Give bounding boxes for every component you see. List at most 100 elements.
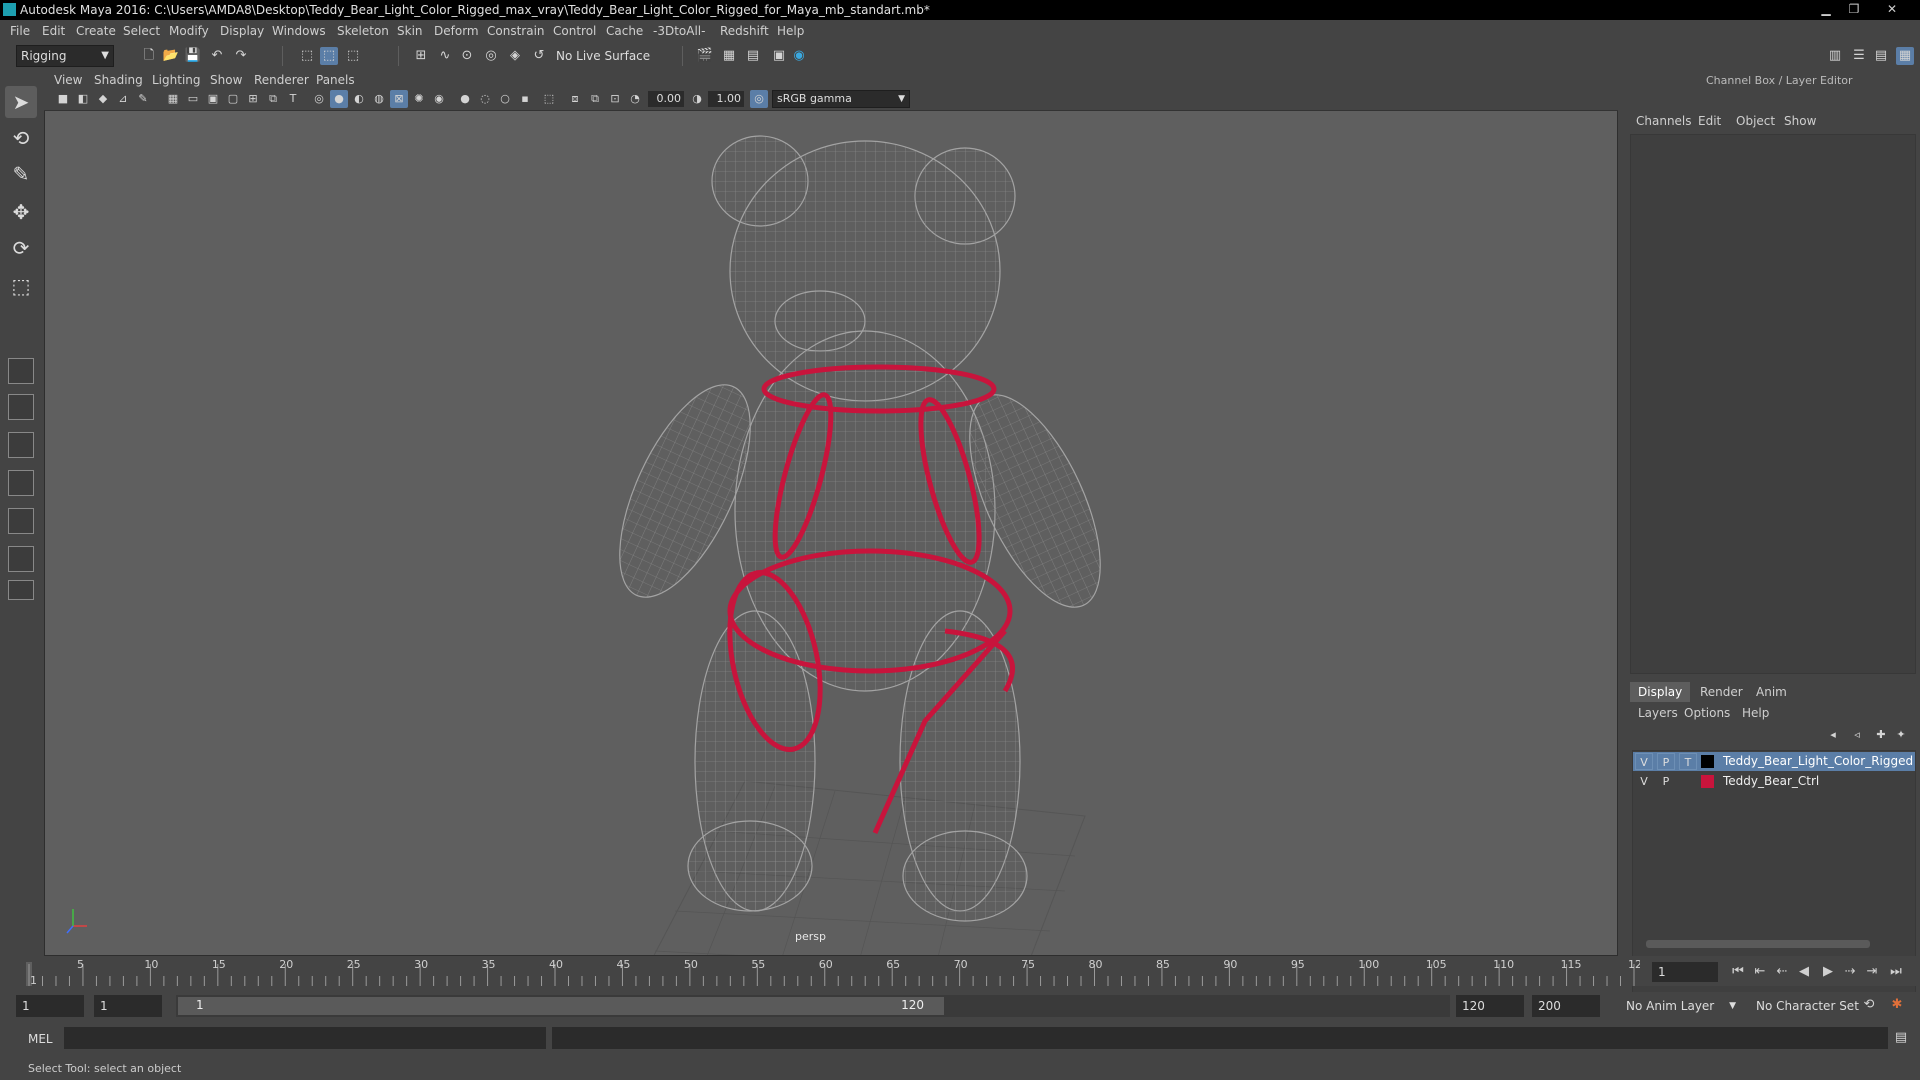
menu-edit[interactable]: Edit	[42, 24, 65, 38]
redo-icon[interactable]: ↷	[232, 47, 250, 65]
smooth-shade-icon[interactable]: ●	[330, 90, 348, 108]
layer-color-swatch[interactable]	[1701, 755, 1714, 768]
range-slider-handle[interactable]: 1 120	[178, 997, 944, 1015]
minimize-button[interactable]: ▁	[1814, 1, 1838, 17]
field-chart-icon[interactable]: ⊞	[244, 90, 262, 108]
channel-box-icon[interactable]: ▦	[1896, 47, 1914, 65]
auto-key-icon[interactable]: ⟲	[1860, 996, 1878, 1014]
cb-menu-edit[interactable]: Edit	[1698, 114, 1721, 128]
menu-help[interactable]: Help	[777, 24, 804, 38]
snap-grid-icon[interactable]: ⊞	[412, 47, 430, 65]
gamma-icon[interactable]: ◑	[688, 90, 706, 108]
panel-menu-renderer[interactable]: Renderer	[254, 73, 309, 87]
gamma-field[interactable]: 1.00	[708, 91, 744, 107]
layer-row[interactable]: V P T Teddy_Bear_Light_Color_Rigged	[1633, 752, 1915, 771]
playback-start-field[interactable]: 1	[94, 995, 162, 1017]
textured-icon[interactable]: ◍	[370, 90, 388, 108]
xray-components-icon[interactable]: ⧉	[586, 90, 604, 108]
command-input[interactable]	[64, 1027, 546, 1049]
hud-icon[interactable]: ⊡	[606, 90, 624, 108]
film-gate-icon[interactable]: ▭	[184, 90, 202, 108]
cb-menu-object[interactable]: Object	[1736, 114, 1775, 128]
snap-point-icon[interactable]: ⊙	[458, 47, 476, 65]
animation-preferences-icon[interactable]: ✱	[1888, 996, 1906, 1014]
step-back-frame-icon[interactable]: ⇤	[1750, 963, 1770, 981]
image-plane-icon[interactable]: ⊿	[114, 90, 132, 108]
new-layer-icon[interactable]: ✚	[1872, 726, 1890, 744]
panel-menu-lighting[interactable]: Lighting	[152, 73, 201, 87]
tool-settings-icon[interactable]: ▤	[1872, 47, 1890, 65]
move-layer-down-icon[interactable]: ◃	[1848, 726, 1866, 744]
isolate-select-icon[interactable]: ⬚	[540, 90, 558, 108]
rotate-tool-icon[interactable]: ⟳	[5, 232, 37, 264]
layer-visibility-toggle[interactable]: V	[1635, 753, 1653, 770]
viewport-persp[interactable]	[44, 70, 1618, 956]
close-button[interactable]: ✕	[1880, 1, 1904, 17]
attribute-editor-icon[interactable]: ☰	[1850, 47, 1868, 65]
cb-menu-show[interactable]: Show	[1784, 114, 1816, 128]
lights-icon[interactable]: ✺	[410, 90, 428, 108]
layer-display-type-toggle[interactable]	[1679, 773, 1697, 790]
layer-name[interactable]: Teddy_Bear_Light_Color_Rigged	[1723, 752, 1913, 771]
safe-action-icon[interactable]: ⧉	[264, 90, 282, 108]
camera-attributes-icon[interactable]: ◧	[74, 90, 92, 108]
snap-view-icon[interactable]: ◎	[482, 47, 500, 65]
layer-color-swatch[interactable]	[1701, 775, 1714, 788]
command-language-label[interactable]: MEL	[28, 1032, 53, 1046]
step-forward-frame-icon[interactable]: ⇥	[1862, 963, 1882, 981]
grease-pencil-icon[interactable]: ✎	[134, 90, 152, 108]
color-space-dropdown[interactable]: sRGB gamma ▼	[772, 90, 910, 108]
panel-menu-view[interactable]: View	[54, 73, 82, 87]
panel-menu-shading[interactable]: Shading	[94, 73, 143, 87]
move-tool-icon[interactable]: ✥	[5, 196, 37, 228]
anim-layer-dropdown[interactable]: No Anim Layer ▼	[1626, 995, 1736, 1017]
menu-redshift[interactable]: Redshift	[720, 24, 769, 38]
hypershade-layout-icon[interactable]	[8, 508, 34, 534]
select-by-object-icon[interactable]: ⬚	[320, 47, 338, 65]
live-surface-label[interactable]: No Live Surface	[556, 49, 650, 63]
menu-deform[interactable]: Deform	[434, 24, 479, 38]
layer-name[interactable]: Teddy_Bear_Ctrl	[1723, 772, 1819, 791]
layer-row[interactable]: V P Teddy_Bear_Ctrl	[1633, 772, 1915, 791]
bookmark-icon[interactable]: ◆	[94, 90, 112, 108]
channel-box-area[interactable]	[1630, 134, 1916, 674]
new-scene-icon[interactable]: 🗋	[140, 47, 158, 65]
step-forward-key-icon[interactable]: ⇢	[1840, 963, 1860, 981]
character-set-dropdown[interactable]: No Character Set	[1756, 995, 1868, 1017]
render-view-icon[interactable]: ◉	[790, 47, 808, 65]
depth-of-field-icon[interactable]: ▪	[516, 90, 534, 108]
gate-mask-icon[interactable]: ▢	[224, 90, 242, 108]
menu-modify[interactable]: Modify	[169, 24, 209, 38]
menu-skeleton[interactable]: Skeleton	[337, 24, 389, 38]
ipr-render-icon[interactable]: ▦	[720, 47, 738, 65]
menu-skin[interactable]: Skin	[397, 24, 423, 38]
menu-windows[interactable]: Windows	[272, 24, 326, 38]
camera-icon[interactable]: ■	[54, 90, 72, 108]
menu-select[interactable]: Select	[123, 24, 160, 38]
animation-end-field[interactable]: 200	[1532, 995, 1600, 1017]
maximize-button[interactable]: ❐	[1842, 1, 1866, 17]
scale-tool-icon[interactable]: ⬚	[5, 270, 37, 302]
menu-constrain[interactable]: Constrain	[487, 24, 545, 38]
play-forwards-icon[interactable]: ▶	[1818, 963, 1838, 981]
four-view-layout-icon[interactable]	[8, 394, 34, 420]
step-back-key-icon[interactable]: ⇠	[1772, 963, 1792, 981]
select-by-hierarchy-icon[interactable]: ⬚	[298, 47, 316, 65]
wireframe-on-shaded-icon[interactable]: ◐	[350, 90, 368, 108]
menu-create[interactable]: Create	[76, 24, 116, 38]
select-tool-icon[interactable]: ➤	[5, 86, 37, 118]
layer-list-scrollbar[interactable]	[1646, 940, 1870, 948]
exposure-icon[interactable]: ◔	[626, 90, 644, 108]
current-frame-field[interactable]: 1	[1652, 962, 1718, 982]
resolution-gate-icon[interactable]: ▣	[204, 90, 222, 108]
menu-control[interactable]: Control	[553, 24, 596, 38]
layer-menu-help[interactable]: Help	[1742, 706, 1769, 720]
layer-visibility-toggle[interactable]: V	[1635, 773, 1653, 790]
layer-playback-toggle[interactable]: P	[1657, 753, 1675, 770]
shadows-icon[interactable]: ◉	[430, 90, 448, 108]
anti-aliasing-icon[interactable]: ○	[496, 90, 514, 108]
modeling-toolkit-icon[interactable]: ▥	[1826, 47, 1844, 65]
menu-3dtoall[interactable]: -3DtoAll-	[653, 24, 705, 38]
xray-icon[interactable]: ⊠	[390, 90, 408, 108]
go-to-start-icon[interactable]: ⏮	[1728, 963, 1748, 981]
